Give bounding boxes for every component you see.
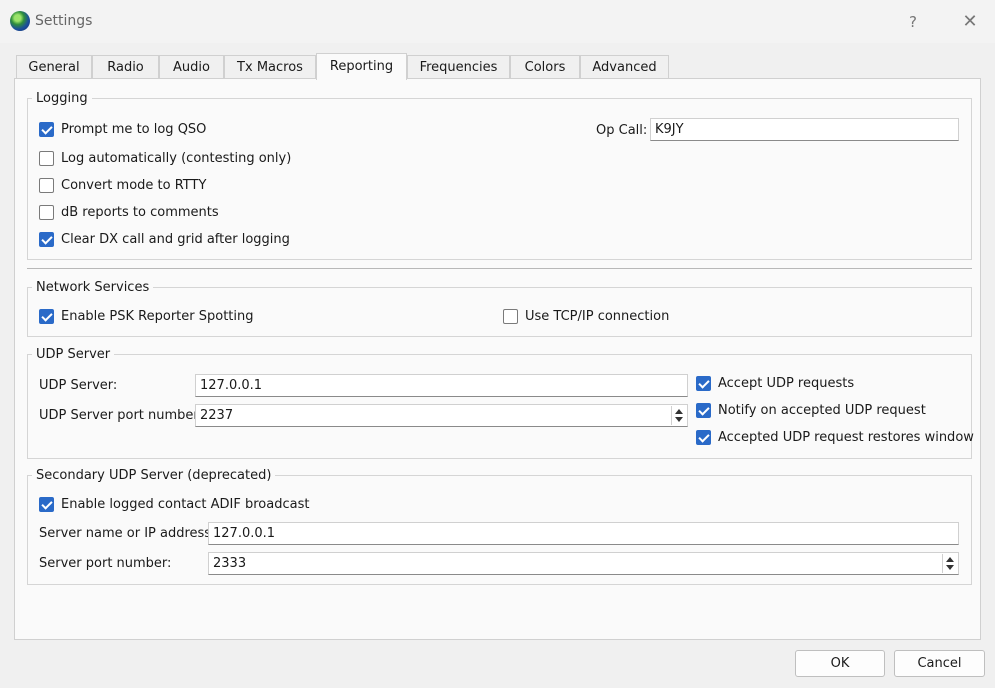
- spin-up-icon[interactable]: [946, 557, 954, 562]
- accept-udp-checkbox[interactable]: [696, 376, 711, 391]
- spin-up-icon[interactable]: [675, 409, 683, 414]
- section-separator: [27, 268, 972, 269]
- adif-broadcast-checkbox[interactable]: [39, 497, 54, 512]
- clear-dx-label: Clear DX call and grid after logging: [61, 232, 290, 247]
- udp-port-spin-arrows[interactable]: [671, 406, 686, 425]
- psk-reporter-label: Enable PSK Reporter Spotting: [61, 309, 254, 324]
- tab-general[interactable]: General: [16, 55, 92, 78]
- tcp-ip-label: Use TCP/IP connection: [525, 309, 670, 324]
- tab-advanced[interactable]: Advanced: [580, 55, 669, 78]
- secondary-port-value: 2333: [213, 556, 247, 571]
- secondary-port-spinbox[interactable]: 2333: [208, 552, 959, 575]
- clear-dx-checkbox[interactable]: [39, 232, 54, 247]
- psk-reporter-checkbox[interactable]: [39, 309, 54, 324]
- tab-tx-macros[interactable]: Tx Macros: [224, 55, 316, 78]
- logging-group-title: Logging: [32, 91, 92, 106]
- udp-server-title: UDP Server: [32, 347, 115, 362]
- tab-radio[interactable]: Radio: [92, 55, 159, 78]
- tab-colors[interactable]: Colors: [510, 55, 580, 78]
- notify-udp-label: Notify on accepted UDP request: [718, 403, 926, 418]
- secondary-port-spin-arrows[interactable]: [942, 554, 957, 573]
- op-call-label: Op Call:: [596, 123, 648, 138]
- convert-rtty-label: Convert mode to RTTY: [61, 178, 207, 193]
- adif-broadcast-label: Enable logged contact ADIF broadcast: [61, 497, 310, 512]
- udp-server-label: UDP Server:: [39, 378, 118, 393]
- prompt-log-checkbox[interactable]: [39, 122, 54, 137]
- tab-frequencies[interactable]: Frequencies: [407, 55, 510, 78]
- ok-button[interactable]: OK: [795, 650, 885, 677]
- udp-port-spinbox[interactable]: 2237: [195, 404, 688, 427]
- secondary-udp-title: Secondary UDP Server (deprecated): [32, 468, 276, 483]
- convert-rtty-checkbox[interactable]: [39, 178, 54, 193]
- secondary-server-label: Server name or IP address:: [39, 526, 216, 541]
- notify-udp-checkbox[interactable]: [696, 403, 711, 418]
- udp-server-field[interactable]: 127.0.0.1: [195, 374, 688, 397]
- log-auto-checkbox[interactable]: [39, 151, 54, 166]
- window-title: Settings: [35, 13, 93, 29]
- network-services-title: Network Services: [32, 280, 154, 295]
- secondary-server-field[interactable]: 127.0.0.1: [208, 522, 959, 545]
- restore-window-label: Accepted UDP request restores window: [718, 430, 974, 445]
- db-reports-label: dB reports to comments: [61, 205, 219, 220]
- db-reports-checkbox[interactable]: [39, 205, 54, 220]
- tcp-ip-checkbox[interactable]: [503, 309, 518, 324]
- spin-down-icon[interactable]: [675, 417, 683, 422]
- udp-port-value: 2237: [200, 408, 234, 423]
- log-auto-label: Log automatically (contesting only): [61, 151, 292, 166]
- prompt-log-label: Prompt me to log QSO: [61, 122, 207, 137]
- help-button[interactable]: ?: [899, 10, 927, 34]
- app-globe-icon: [10, 11, 30, 31]
- op-call-field[interactable]: K9JY: [650, 118, 959, 141]
- close-button[interactable]: ✕: [955, 10, 985, 34]
- udp-port-label: UDP Server port number:: [39, 408, 203, 423]
- title-bar: Settings ? ✕: [0, 0, 995, 43]
- accept-udp-label: Accept UDP requests: [718, 376, 855, 391]
- spin-down-icon[interactable]: [946, 565, 954, 570]
- cancel-button[interactable]: Cancel: [894, 650, 985, 677]
- tab-reporting[interactable]: Reporting: [316, 53, 407, 80]
- restore-window-checkbox[interactable]: [696, 430, 711, 445]
- tab-audio[interactable]: Audio: [159, 55, 224, 78]
- secondary-port-label: Server port number:: [39, 556, 172, 571]
